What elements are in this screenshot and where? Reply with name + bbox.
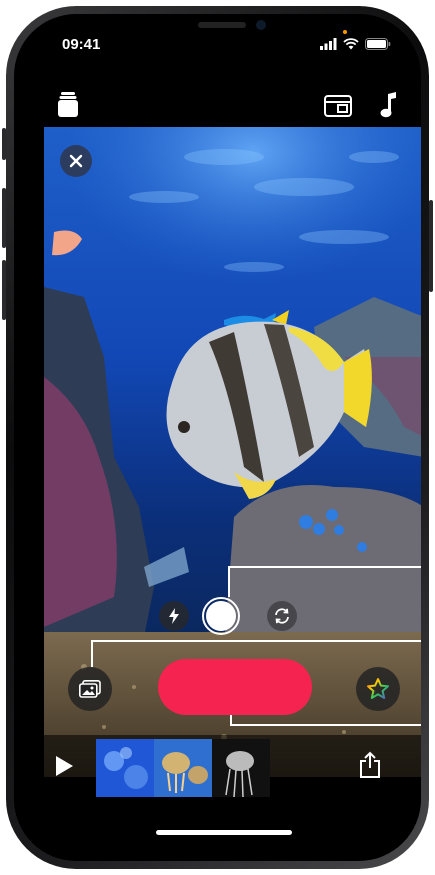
- projects-button[interactable]: [58, 92, 78, 123]
- flash-button[interactable]: [159, 601, 189, 631]
- status-time: 09:41: [62, 36, 101, 53]
- callout-line-shutter: [228, 566, 230, 597]
- home-indicator[interactable]: [156, 830, 292, 835]
- aspect-ratio-button[interactable]: [324, 95, 352, 122]
- shutter-inner: [206, 601, 236, 631]
- effects-button[interactable]: [356, 667, 400, 711]
- clip-thumbnail-3[interactable]: [212, 739, 270, 797]
- flash-icon: [169, 608, 179, 624]
- clip-strip[interactable]: [96, 739, 270, 797]
- phone-frame: 09:41: [6, 6, 429, 869]
- stack-icon: [58, 92, 78, 117]
- screen: 09:41: [14, 14, 421, 861]
- callout-line-shutter-h: [228, 566, 421, 568]
- timeline-bar: [14, 735, 421, 809]
- camera-flip-icon: [275, 608, 289, 624]
- aspect-ratio-icon: [324, 95, 352, 117]
- callout-line-media-h: [91, 640, 421, 642]
- media-library-button[interactable]: [68, 667, 112, 711]
- mic-indicator-icon: [343, 30, 347, 34]
- music-button[interactable]: [380, 92, 398, 123]
- share-button[interactable]: [358, 751, 384, 781]
- speaker-grille: [198, 22, 246, 28]
- status-bar: 09:41: [14, 30, 421, 58]
- close-button[interactable]: [60, 145, 92, 177]
- close-icon: [69, 154, 83, 168]
- clip-thumbnail-2[interactable]: [154, 739, 212, 797]
- flip-camera-button[interactable]: [267, 601, 297, 631]
- play-icon: [56, 756, 73, 776]
- media-library-icon: [79, 680, 101, 698]
- star-effects-icon: [367, 678, 389, 699]
- power-button: [429, 200, 433, 292]
- callout-line-media: [91, 640, 93, 667]
- clip-thumbnail-1[interactable]: [96, 739, 154, 797]
- play-button[interactable]: [54, 755, 78, 779]
- battery-icon: [365, 38, 391, 50]
- front-camera: [256, 20, 266, 30]
- photo-shutter-button[interactable]: [202, 597, 240, 635]
- cellular-signal-icon: [320, 38, 337, 50]
- share-icon: [360, 751, 380, 778]
- status-icons: [320, 38, 391, 50]
- wifi-icon: [343, 38, 359, 50]
- callout-line-record-h: [230, 724, 421, 726]
- record-button[interactable]: [158, 659, 312, 715]
- music-note-icon: [380, 92, 396, 118]
